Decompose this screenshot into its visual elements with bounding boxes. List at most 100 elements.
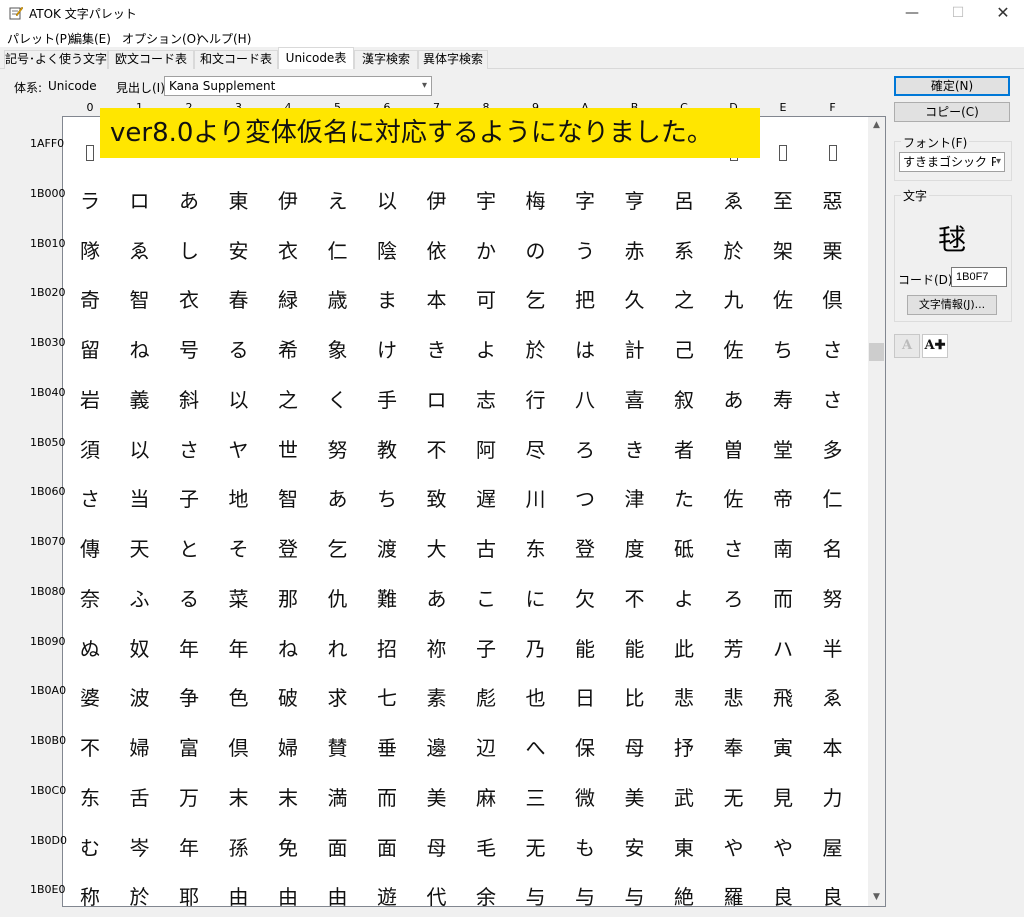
- char-cell[interactable]: 菜: [217, 579, 261, 619]
- char-cell[interactable]: 破: [266, 678, 310, 718]
- char-cell[interactable]: 東: [662, 828, 706, 868]
- char-cell[interactable]: 芳: [712, 629, 756, 669]
- char-cell[interactable]: ラ: [68, 181, 112, 221]
- menu-help[interactable]: ヘルプ(H): [197, 30, 251, 47]
- char-cell[interactable]: 乃: [514, 629, 558, 669]
- char-cell[interactable]: 称: [68, 877, 112, 917]
- char-cell[interactable]: は: [563, 330, 607, 370]
- char-cell[interactable]: あ: [316, 479, 360, 519]
- char-cell[interactable]: 婦: [266, 728, 310, 768]
- char-cell[interactable]: 川: [514, 479, 558, 519]
- char-cell[interactable]: 伊: [266, 181, 310, 221]
- char-cell[interactable]: 陰: [365, 231, 409, 271]
- char-cell[interactable]: 智: [266, 479, 310, 519]
- char-cell[interactable]: ふ: [118, 579, 162, 619]
- char-cell[interactable]: 由: [316, 877, 360, 917]
- char-cell[interactable]: 当: [118, 479, 162, 519]
- char-cell[interactable]: の: [514, 231, 558, 271]
- char-cell[interactable]: 架: [761, 231, 805, 271]
- char-cell[interactable]: さ: [68, 479, 112, 519]
- scroll-up-icon[interactable]: ▲: [868, 117, 885, 134]
- char-cell[interactable]: 祢: [415, 629, 459, 669]
- char-cell[interactable]: 邊: [415, 728, 459, 768]
- char-cell[interactable]: 本: [811, 728, 855, 768]
- char-cell[interactable]: 东: [68, 778, 112, 818]
- char-cell[interactable]: 赤: [613, 231, 657, 271]
- char-cell[interactable]: 絶: [662, 877, 706, 917]
- char-cell[interactable]: 難: [365, 579, 409, 619]
- char-cell[interactable]: さ: [712, 529, 756, 569]
- char-cell[interactable]: 大: [415, 529, 459, 569]
- tab-japanese-code[interactable]: 和文コード表: [194, 50, 278, 69]
- char-cell[interactable]: 寅: [761, 728, 805, 768]
- char-info-button[interactable]: 文字情報(J)...: [907, 295, 997, 315]
- char-cell[interactable]: 梅: [514, 181, 558, 221]
- char-cell[interactable]: 手: [365, 380, 409, 420]
- char-cell[interactable]: 賛: [316, 728, 360, 768]
- tab-symbols[interactable]: 記号･よく使う文字: [4, 50, 108, 69]
- char-cell[interactable]: む: [68, 828, 112, 868]
- char-cell[interactable]: 亨: [613, 181, 657, 221]
- char-cell[interactable]: 美: [415, 778, 459, 818]
- char-cell[interactable]: 毛: [464, 828, 508, 868]
- char-cell[interactable]: 八: [563, 380, 607, 420]
- char-cell[interactable]: 仇: [316, 579, 360, 619]
- scroll-down-icon[interactable]: ▼: [868, 889, 885, 906]
- char-cell[interactable]: 地: [217, 479, 261, 519]
- char-cell[interactable]: そ: [217, 529, 261, 569]
- char-cell[interactable]: ゑ: [712, 181, 756, 221]
- char-cell[interactable]: 宇: [464, 181, 508, 221]
- char-cell[interactable]: 仁: [811, 479, 855, 519]
- char-cell[interactable]: 多: [811, 430, 855, 470]
- char-cell[interactable]: 名: [811, 529, 855, 569]
- char-cell[interactable]: よ: [662, 579, 706, 619]
- char-cell[interactable]: 微: [563, 778, 607, 818]
- char-cell[interactable]: こ: [464, 579, 508, 619]
- char-cell[interactable]: 阿: [464, 430, 508, 470]
- char-cell[interactable]: 婦: [118, 728, 162, 768]
- char-cell[interactable]: 之: [662, 280, 706, 320]
- char-cell[interactable]: 帝: [761, 479, 805, 519]
- char-cell[interactable]: 奴: [118, 629, 162, 669]
- char-cell[interactable]: 系: [662, 231, 706, 271]
- char-cell[interactable]: ち: [761, 330, 805, 370]
- char-cell[interactable]: あ: [415, 579, 459, 619]
- char-cell[interactable]: 安: [613, 828, 657, 868]
- char-cell[interactable]: も: [563, 828, 607, 868]
- char-cell[interactable]: 春: [217, 280, 261, 320]
- char-cell[interactable]: 奇: [68, 280, 112, 320]
- char-cell[interactable]: 希: [266, 330, 310, 370]
- char-cell[interactable]: 舌: [118, 778, 162, 818]
- char-cell[interactable]: や: [761, 828, 805, 868]
- char-cell[interactable]: 无: [514, 828, 558, 868]
- char-cell[interactable]: 見: [761, 778, 805, 818]
- char-cell[interactable]: 万: [167, 778, 211, 818]
- char-cell[interactable]: 乞: [514, 280, 558, 320]
- char-cell[interactable]: 天: [118, 529, 162, 569]
- tab-latin-code[interactable]: 欧文コード表: [108, 50, 194, 69]
- char-cell[interactable]: 惡: [811, 181, 855, 221]
- char-cell[interactable]: 三: [514, 778, 558, 818]
- char-cell[interactable]: 志: [464, 380, 508, 420]
- char-cell[interactable]: 此: [662, 629, 706, 669]
- char-cell[interactable]: 岑: [118, 828, 162, 868]
- char-cell[interactable]: 喜: [613, 380, 657, 420]
- char-cell[interactable]: 以: [118, 430, 162, 470]
- char-cell[interactable]: [811, 131, 855, 171]
- char-cell[interactable]: ね: [118, 330, 162, 370]
- char-cell[interactable]: 己: [662, 330, 706, 370]
- char-cell[interactable]: 緑: [266, 280, 310, 320]
- char-cell[interactable]: 与: [514, 877, 558, 917]
- char-cell[interactable]: 九: [712, 280, 756, 320]
- char-cell[interactable]: 那: [266, 579, 310, 619]
- char-cell[interactable]: 武: [662, 778, 706, 818]
- char-cell[interactable]: 辺: [464, 728, 508, 768]
- char-cell[interactable]: 飛: [761, 678, 805, 718]
- code-field[interactable]: [951, 267, 1007, 287]
- minimize-button[interactable]: —: [889, 0, 935, 26]
- char-cell[interactable]: 子: [167, 479, 211, 519]
- char-cell[interactable]: 佐: [761, 280, 805, 320]
- char-cell[interactable]: る: [217, 330, 261, 370]
- char-cell[interactable]: 力: [811, 778, 855, 818]
- char-cell[interactable]: き: [613, 430, 657, 470]
